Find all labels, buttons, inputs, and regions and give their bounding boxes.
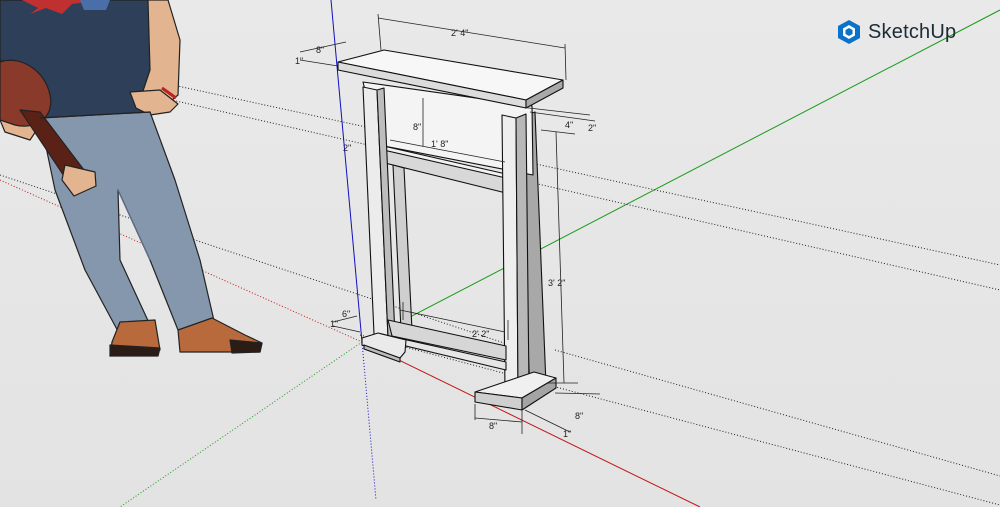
model-viewport[interactable]: 2' 4" 8" 1" 8" 1' 8" 2" 4" 2" 3' 2" 2' 2… (0, 0, 1000, 507)
dim-foot-thickness-right: 1" (563, 429, 571, 439)
dim-foot-depth-left: 6" (342, 309, 350, 319)
dim-foot-depth-right: 8" (575, 411, 583, 421)
dim-height: 3' 2" (548, 278, 565, 288)
sketchup-brand: SketchUp (836, 18, 956, 46)
dim-rail-thickness: 2" (343, 143, 351, 153)
console-table-model[interactable] (337, 49, 564, 411)
scene-canvas[interactable]: 2' 4" 8" 1" 8" 1' 8" 2" 4" 2" 3' 2" 2' 2… (0, 0, 1000, 507)
blue-axis (330, 0, 363, 343)
app-name: SketchUp (868, 20, 957, 43)
dim-foot-width: 8" (489, 421, 497, 431)
dim-leg-width: 4" (565, 120, 573, 130)
dim-top-width: 2' 4" (451, 28, 468, 38)
dim-foot-thickness-left: 1" (330, 319, 338, 329)
dim-rail-gap: 8" (413, 122, 421, 132)
dim-inner-width-lower: 2' 2" (472, 329, 489, 339)
scale-figure (0, 0, 263, 357)
green-axis-dotted (119, 341, 363, 507)
sketchup-logo-icon (838, 20, 860, 44)
dim-top-thickness: 1" (295, 56, 303, 66)
dim-leg-depth: 2" (588, 123, 596, 133)
blue-axis-dotted (361, 341, 377, 501)
dim-inner-width-upper: 1' 8" (431, 139, 448, 149)
dim-top-depth: 8" (316, 45, 324, 55)
